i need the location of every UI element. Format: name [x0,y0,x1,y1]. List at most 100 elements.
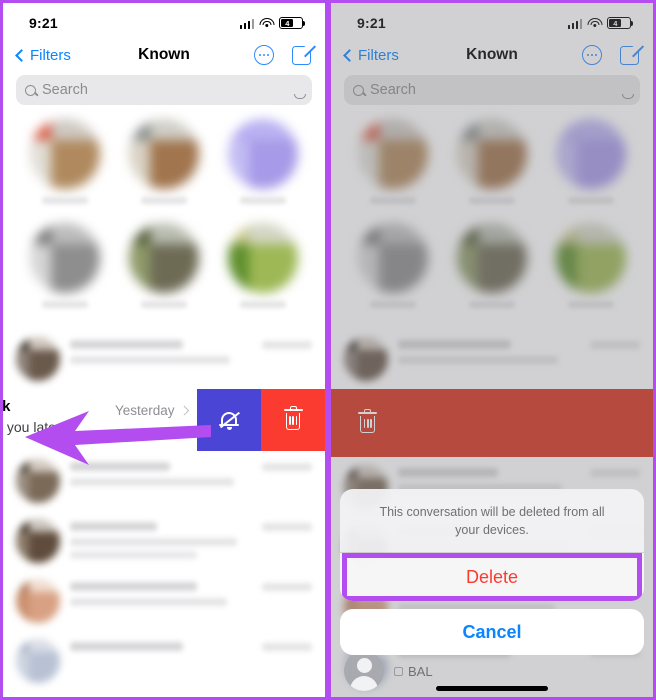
pinned-contact-3[interactable] [225,119,301,215]
timestamp-redacted [262,583,312,591]
microphone-icon[interactable] [293,85,306,99]
more-circle-icon[interactable] [582,45,602,65]
search-placeholder: Search [42,82,88,98]
contact-name-redacted [468,197,515,204]
back-to-filters-button[interactable]: Filters [343,46,399,64]
contact-name-redacted [398,340,511,349]
timestamp-redacted [262,643,312,651]
back-to-filters-button[interactable]: Filters [15,46,71,64]
battery-level: 4 [609,19,622,28]
chevron-right-icon [179,405,189,416]
conversation-row[interactable] [3,571,325,631]
timestamp-redacted [590,469,640,477]
pinned-contact-5[interactable] [126,223,202,319]
confirm-delete-button[interactable]: Delete [340,553,644,601]
contact-name-redacted [70,642,183,651]
message-preview-redacted [398,356,559,364]
row-text [398,337,580,364]
action-sheet-message: This conversation will be deleted from a… [379,504,605,537]
avatar [228,223,299,293]
cellular-signal-icon [567,18,582,29]
search-input[interactable]: Search [344,75,640,105]
avatar [16,519,60,563]
navigation-bar: Filters Known [3,37,325,73]
swiped-message-preview: all you later [3,419,61,435]
pinned-contact-2[interactable] [454,119,530,215]
timestamp-redacted [590,341,640,349]
navigation-bar: Filters Known [331,37,653,73]
pinned-contact-6[interactable] [225,223,301,319]
wifi-icon [587,17,602,29]
avatar [357,223,428,293]
conversation-row[interactable] [331,329,653,389]
pinned-contact-2[interactable] [126,119,202,215]
swiped-row-content[interactable]: nk all you later Yesterday [3,389,197,451]
nav-actions [254,40,316,65]
message-preview-redacted [70,356,231,364]
pinned-contact-4[interactable] [27,223,103,319]
conversation-list-top [3,329,325,389]
action-sheet-group: This conversation will be deleted from a… [340,488,644,601]
conversation-row[interactable] [3,511,325,571]
message-preview-redacted [70,551,198,559]
row-text [70,459,252,486]
contact-name-redacted [70,462,171,471]
avatar [128,119,199,189]
back-label: Filters [30,46,71,64]
side-by-side-screenshots: 9:21 4 Filters Known Search you later Ye… [0,0,656,700]
conversation-row[interactable] [3,451,325,511]
avatar [357,119,428,189]
more-circle-icon[interactable] [254,45,274,65]
avatar [556,119,627,189]
row-text [70,639,252,651]
swiped-contact-name: nk [3,398,11,415]
contact-name-redacted [568,197,615,204]
home-indicator [436,686,548,691]
chevron-left-icon [15,48,28,62]
search-icon [353,84,364,96]
delete-button-wrapper: Delete [340,553,644,601]
trash-icon [358,409,377,434]
avatar [16,639,60,683]
message-preview-redacted [70,478,234,486]
pinned-contact-1[interactable] [355,119,431,215]
bal-conversation-row[interactable]: BAL [331,651,653,691]
row-text [70,579,252,606]
battery-icon: 4 [279,17,306,29]
pinned-contact-6[interactable] [553,223,629,319]
full-width-delete-bar[interactable] [331,389,653,457]
wifi-icon [259,17,274,29]
search-placeholder: Search [370,82,416,98]
conversation-row[interactable] [3,631,325,691]
contact-name-redacted [240,301,287,308]
avatar [29,119,100,189]
pinned-conversations-grid [3,113,325,329]
delete-swipe-action[interactable] [261,389,325,451]
avatar [16,579,60,623]
search-input[interactable]: Search [16,75,312,105]
compose-icon[interactable] [292,40,316,65]
delete-action-sheet: This conversation will be deleted from a… [340,488,644,655]
cancel-button[interactable]: Cancel [340,609,644,655]
avatar [344,337,388,381]
contact-name-redacted [398,468,499,477]
row-text [70,337,252,364]
contact-name-redacted [41,301,88,308]
microphone-icon[interactable] [621,85,634,99]
battery-icon: 4 [607,17,634,29]
bell-slash-icon [219,410,241,431]
status-bar: 9:21 4 [331,3,653,37]
pinned-contact-5[interactable] [454,223,530,319]
timestamp-redacted [262,463,312,471]
back-label: Filters [358,46,399,64]
mute-swipe-action[interactable] [197,389,261,451]
contact-name-redacted [70,522,158,531]
contact-name-redacted [41,197,88,204]
contact-name-redacted [140,197,187,204]
pinned-contact-4[interactable] [355,223,431,319]
avatar [16,337,60,381]
conversation-row[interactable] [3,329,325,389]
pinned-contact-1[interactable] [27,119,103,215]
compose-icon[interactable] [620,40,644,65]
pinned-contact-3[interactable] [553,119,629,215]
